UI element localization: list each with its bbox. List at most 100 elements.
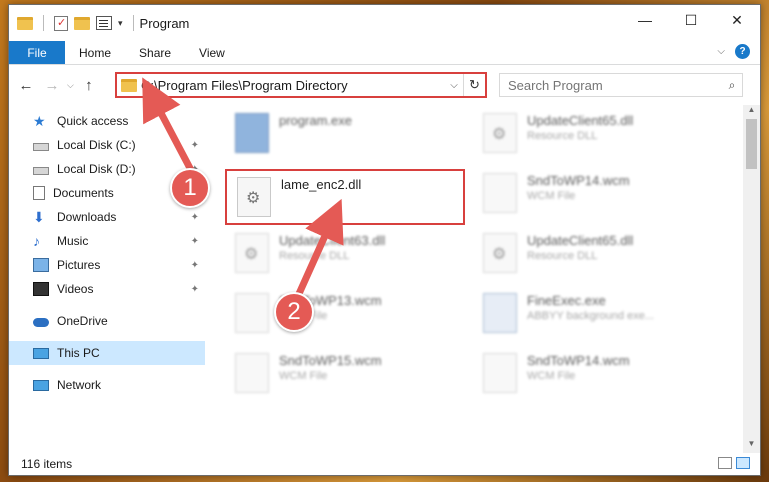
sidebar-item-network[interactable]: Network	[9, 373, 205, 397]
file-item[interactable]: SndToWP14.wcm WCM File	[473, 347, 713, 403]
exe-file-icon	[483, 293, 517, 333]
recent-locations-chevron-down-icon[interactable]: ⌵	[67, 80, 74, 91]
file-item-highlighted[interactable]: lame_enc2.dll	[225, 169, 465, 225]
scrollbar-thumb[interactable]	[746, 119, 757, 169]
up-arrow-icon[interactable]: ↑	[76, 77, 102, 94]
wcm-file-icon	[483, 173, 517, 213]
file-item[interactable]: UpdateClient63.dll Resource DLL	[225, 227, 465, 283]
file-name: SndToWP15.wcm	[279, 353, 382, 368]
tab-view[interactable]: View	[185, 41, 239, 64]
sidebar-item-label: Local Disk (D:)	[57, 162, 136, 176]
step-1-badge: 1	[170, 168, 210, 208]
network-icon	[33, 379, 49, 391]
toolbar-divider	[43, 15, 44, 31]
sidebar-item-videos[interactable]: Videos ✦	[9, 277, 205, 301]
wcm-file-icon	[235, 353, 269, 393]
search-input[interactable]	[508, 77, 722, 93]
minimize-button[interactable]: —	[622, 5, 668, 35]
tab-file[interactable]: File	[9, 41, 65, 64]
large-icons-view-icon[interactable]	[736, 457, 750, 469]
file-item[interactable]: program.exe	[225, 107, 465, 163]
sidebar-item-label: Local Disk (C:)	[57, 138, 136, 152]
documents-icon	[33, 186, 45, 200]
properties-check-icon[interactable]	[54, 15, 68, 31]
pin-icon[interactable]: ✦	[191, 260, 199, 271]
file-item[interactable]: SndToWP13.wcm WCM File	[225, 287, 465, 343]
main-body: ★ Quick access Local Disk (C:) ✦ Local D…	[9, 105, 760, 453]
pictures-icon	[33, 258, 49, 272]
title-bar: ▾ Program — ☐ ✕	[9, 5, 760, 41]
sidebar-item-downloads[interactable]: ⬇ Downloads ✦	[9, 205, 205, 229]
pin-icon[interactable]: ✦	[191, 140, 199, 151]
search-box[interactable]: ⌕	[499, 73, 743, 97]
address-bar[interactable]: C:\Program Files\Program Directory ⌵ ↻	[115, 72, 487, 98]
wcm-file-icon	[483, 353, 517, 393]
dll-file-icon	[483, 233, 517, 273]
close-button[interactable]: ✕	[714, 5, 760, 35]
address-folder-icon	[121, 78, 137, 92]
expand-ribbon-chevron-down-icon[interactable]: ⌵	[717, 46, 725, 57]
download-icon: ⬇	[33, 209, 45, 225]
window-controls: — ☐ ✕	[622, 5, 760, 35]
vertical-scrollbar[interactable]: ▲ ▼	[743, 105, 760, 453]
tab-home[interactable]: Home	[65, 41, 125, 64]
sidebar-item-local-disk-c[interactable]: Local Disk (C:) ✦	[9, 133, 205, 157]
file-name: SndToWP14.wcm	[527, 353, 630, 368]
wcm-file-icon	[235, 293, 269, 333]
sidebar-item-quick-access[interactable]: ★ Quick access	[9, 109, 205, 133]
file-item[interactable]: UpdateClient65.dll Resource DLL	[473, 227, 713, 283]
forward-arrow-icon[interactable]: →	[39, 77, 65, 94]
folder-icon	[17, 16, 33, 30]
quick-access-toolbar: ▾	[9, 15, 138, 31]
search-icon[interactable]: ⌕	[722, 78, 742, 93]
pin-icon[interactable]: ✦	[191, 236, 199, 247]
sidebar-item-label: Quick access	[57, 114, 129, 128]
status-bar: 116 items	[9, 453, 760, 475]
music-icon: ♪	[33, 233, 40, 249]
videos-icon	[33, 282, 49, 296]
file-item[interactable]: SndToWP14.wcm WCM File	[473, 167, 713, 223]
explorer-window: ▾ Program — ☐ ✕ File Home Share View ⌵ ?…	[8, 4, 761, 476]
disk-icon	[33, 166, 49, 175]
sidebar-item-pictures[interactable]: Pictures ✦	[9, 253, 205, 277]
step-2-badge: 2	[274, 292, 314, 332]
details-view-icon[interactable]	[718, 457, 732, 469]
tab-share[interactable]: Share	[125, 41, 185, 64]
window-title: Program	[139, 15, 190, 31]
view-toggle	[718, 457, 750, 469]
sidebar-item-label: Pictures	[57, 258, 101, 272]
file-name: FineExec.exe	[527, 293, 606, 308]
file-type: WCM File	[279, 370, 328, 382]
sidebar-item-music[interactable]: ♪ Music ✦	[9, 229, 205, 253]
refresh-icon[interactable]: ↻	[463, 74, 485, 96]
quick-access-dropdown-icon[interactable]: ▾	[118, 18, 123, 29]
sidebar-item-label: Music	[57, 234, 89, 248]
address-dropdown-chevron-down-icon[interactable]: ⌵	[445, 80, 463, 91]
view-details-icon[interactable]	[96, 16, 112, 30]
new-folder-icon[interactable]	[74, 16, 90, 30]
maximize-button[interactable]: ☐	[668, 5, 714, 35]
file-type: Resource DLL	[527, 130, 598, 142]
file-item[interactable]: UpdateClient65.dll Resource DLL	[473, 107, 713, 163]
back-arrow-icon[interactable]: ←	[13, 77, 39, 94]
scroll-up-arrow-icon[interactable]: ▲	[743, 105, 760, 119]
sidebar-item-label: Documents	[53, 186, 114, 200]
address-path[interactable]: C:\Program Files\Program Directory	[141, 78, 445, 93]
help-icon[interactable]: ?	[735, 44, 750, 59]
sidebar-item-this-pc[interactable]: This PC	[9, 341, 205, 365]
file-item[interactable]: SndToWP15.wcm WCM File	[225, 347, 465, 403]
address-row: ← → ⌵ ↑ C:\Program Files\Program Directo…	[9, 65, 760, 105]
pc-icon	[33, 347, 49, 359]
file-type: WCM File	[527, 370, 576, 382]
file-type: Resource DLL	[527, 250, 598, 262]
file-item[interactable]: FineExec.exe ABBYY background exe...	[473, 287, 713, 343]
pin-icon[interactable]: ✦	[191, 284, 199, 295]
navigation-pane: ★ Quick access Local Disk (C:) ✦ Local D…	[9, 105, 205, 453]
pin-icon[interactable]: ✦	[191, 212, 199, 223]
sidebar-item-label: OneDrive	[57, 314, 108, 328]
file-list: program.exe UpdateClient65.dll Resource …	[205, 105, 760, 453]
scroll-down-arrow-icon[interactable]: ▼	[743, 439, 760, 453]
sidebar-item-onedrive[interactable]: OneDrive	[9, 309, 205, 333]
